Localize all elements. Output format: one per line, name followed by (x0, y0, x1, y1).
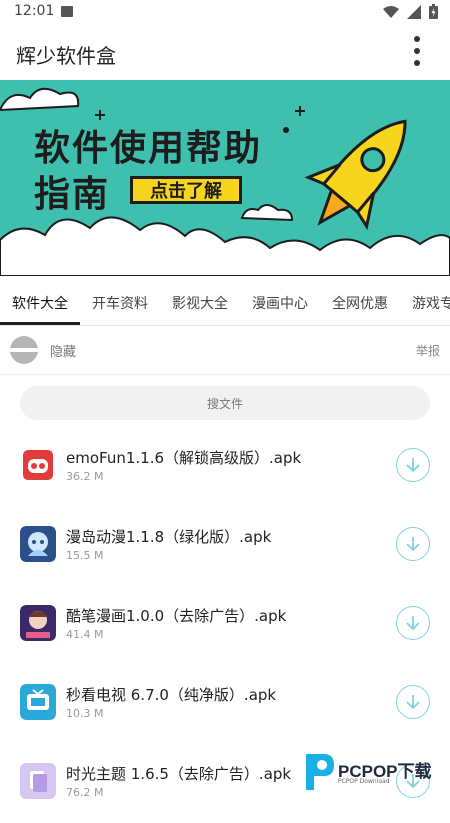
tab-games[interactable]: 游戏专 (412, 293, 450, 313)
download-icon (406, 458, 420, 473)
learn-more-button[interactable]: 点击了解 (130, 176, 242, 204)
pcpop-logo-icon (306, 754, 334, 790)
tab-deals[interactable]: 全网优惠 (332, 293, 388, 313)
tab-comics[interactable]: 漫画中心 (252, 293, 308, 313)
hide-label[interactable]: 隐藏 (50, 341, 76, 360)
mandao-app-icon (20, 526, 56, 562)
banner-headline-line1: 软件使用帮助 (34, 128, 263, 169)
emofun-app-icon (20, 447, 56, 483)
report-button[interactable]: 举报 (416, 342, 440, 359)
file-size: 15.5 M (66, 549, 104, 562)
status-time: 12:01 (14, 3, 55, 19)
list-item[interactable]: 酷笔漫画1.0.0（去除广告）.apk 41.4 M (0, 586, 450, 665)
battery-icon (429, 4, 438, 19)
active-tab-indicator (0, 322, 80, 325)
tab-movies[interactable]: 影视大全 (172, 293, 228, 313)
tab-driving-materials[interactable]: 开车资料 (92, 293, 148, 313)
file-size: 10.3 M (66, 707, 104, 720)
download-icon (406, 616, 420, 631)
file-size: 36.2 M (66, 470, 104, 483)
file-name: 时光主题 1.6.5（去除广告）.apk (66, 765, 292, 783)
status-icons (383, 4, 438, 19)
wifi-icon (383, 5, 399, 18)
download-button[interactable] (396, 685, 430, 719)
more-menu-icon[interactable] (412, 36, 422, 70)
shiguang-theme-app-icon (20, 763, 56, 799)
uploader-bar: 隐藏 举报 (0, 326, 450, 375)
category-tabs: 软件大全 开车资料 影视大全 漫画中心 全网优惠 游戏专 (0, 277, 450, 326)
download-icon (406, 537, 420, 552)
kubi-comic-app-icon (20, 605, 56, 641)
image-notification-icon (61, 6, 73, 17)
file-size: 76.2 M (66, 786, 104, 799)
download-button[interactable] (396, 527, 430, 561)
download-icon (406, 695, 420, 710)
file-name: emoFun1.1.6（解锁高级版）.apk (66, 449, 302, 467)
help-guide-banner[interactable]: 软件使用帮助 指南 点击了解 (0, 80, 450, 276)
tab-software[interactable]: 软件大全 (12, 293, 68, 313)
download-button[interactable] (396, 606, 430, 640)
pcpop-watermark: PCPOP下载 PCPOP Download (302, 750, 450, 800)
search-input[interactable]: 搜文件 (20, 386, 430, 420)
app-bar: 辉少软件盒 (0, 24, 450, 80)
list-item[interactable]: emoFun1.1.6（解锁高级版）.apk 36.2 M (0, 428, 450, 507)
file-name: 秒看电视 6.7.0（纯净版）.apk (66, 686, 277, 704)
watermark-subtext: PCPOP Download (338, 778, 390, 785)
banner-headline: 软件使用帮助 指南 (34, 126, 262, 218)
file-size: 41.4 M (66, 628, 104, 641)
list-item[interactable]: 漫岛动漫1.1.8（绿化版）.apk 15.5 M (0, 507, 450, 586)
file-name: 酷笔漫画1.0.0（去除广告）.apk (66, 607, 287, 625)
file-name: 漫岛动漫1.1.8（绿化版）.apk (66, 528, 272, 546)
miaokan-tv-app-icon (20, 684, 56, 720)
status-bar: 12:01 (0, 0, 450, 24)
app-title: 辉少软件盒 (16, 44, 116, 68)
avatar[interactable] (10, 336, 38, 364)
signal-icon (407, 4, 421, 19)
download-button[interactable] (396, 448, 430, 482)
list-item[interactable]: 秒看电视 6.7.0（纯净版）.apk 10.3 M (0, 665, 450, 744)
